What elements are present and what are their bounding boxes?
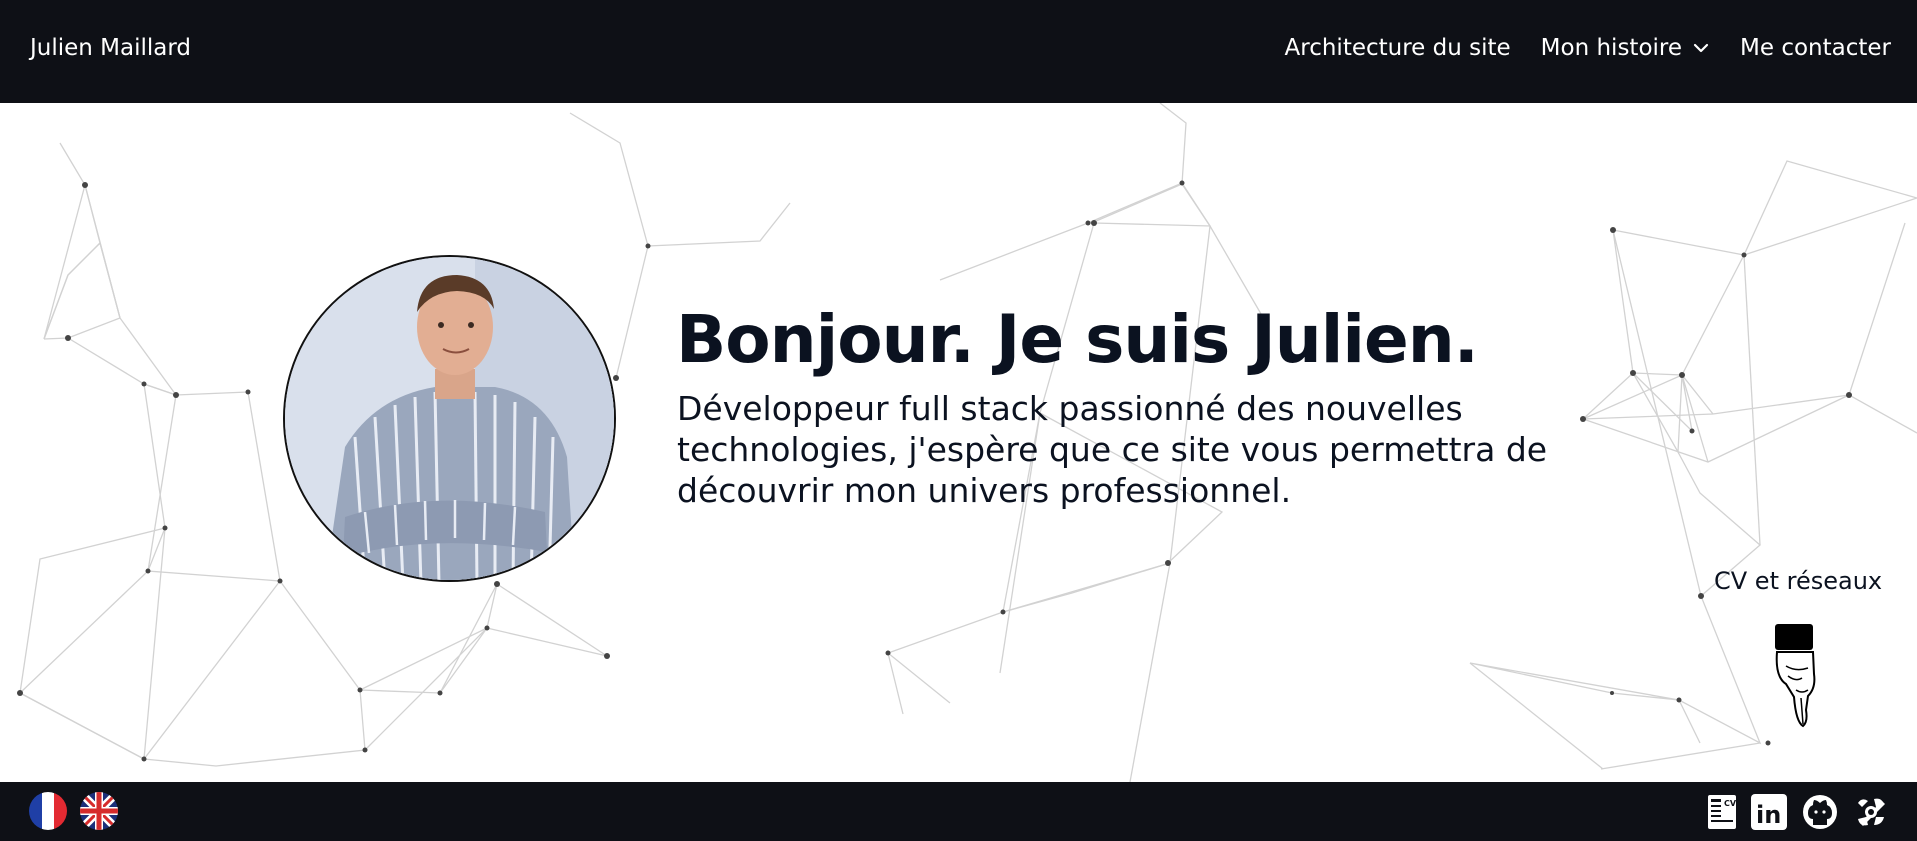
nav-link-architecture-label: Architecture du site <box>1284 35 1511 61</box>
hero-title: Bonjour. Je suis Julien. <box>676 301 1479 378</box>
nav-link-contact-label: Me contacter <box>1740 35 1891 61</box>
badge-icon[interactable] <box>1852 793 1890 831</box>
hero-section: Bonjour. Je suis Julien. Développeur ful… <box>0 103 1917 782</box>
portrait-illustration <box>285 257 614 580</box>
linkedin-icon-text: in <box>1756 801 1781 829</box>
linkedin-icon[interactable]: in <box>1750 793 1788 831</box>
nav-dropdown-mon-histoire-label: Mon histoire <box>1540 35 1683 61</box>
bottom-bar: CV in <box>0 782 1917 841</box>
github-icon[interactable] <box>1801 793 1839 831</box>
nav-dropdown-mon-histoire[interactable]: Mon histoire <box>1541 35 1710 61</box>
main-nav: Architecture du site Mon histoire Me con… <box>1285 35 1891 61</box>
site-brand-link[interactable]: Julien Maillard <box>30 35 191 61</box>
cv-icon-text: CV <box>1724 799 1737 808</box>
cv-networks-label: CV et réseaux <box>1714 567 1883 595</box>
nav-link-contact[interactable]: Me contacter <box>1740 35 1891 61</box>
hero-intro: Développeur full stack passionné des nou… <box>677 389 1548 510</box>
pointing-hand-icon <box>1775 624 1816 728</box>
uk-flag-icon[interactable] <box>80 792 118 830</box>
nav-link-architecture[interactable]: Architecture du site <box>1285 35 1511 61</box>
profile-photo <box>283 255 616 582</box>
french-flag-icon[interactable] <box>29 792 67 830</box>
cv-icon[interactable]: CV <box>1703 793 1741 831</box>
chevron-down-icon <box>1693 43 1709 53</box>
top-navigation-bar: Julien Maillard Architecture du site Mon… <box>0 0 1917 103</box>
